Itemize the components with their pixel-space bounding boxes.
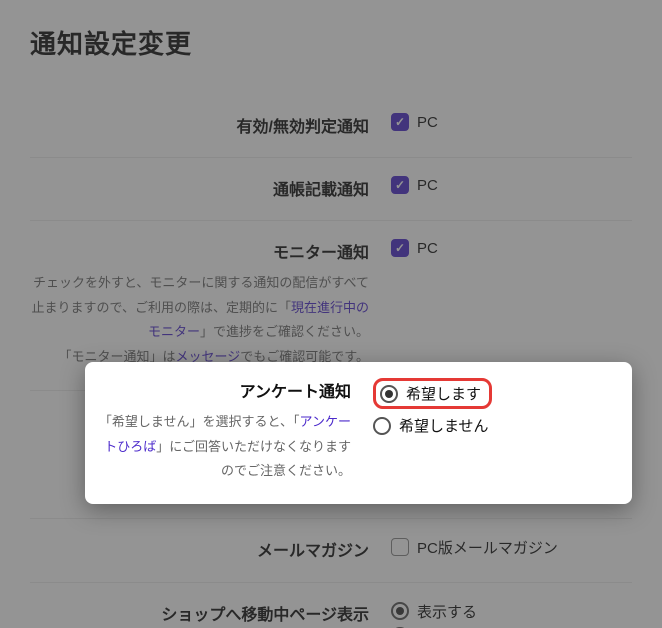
radio-label-survey-no: 希望しません: [399, 415, 489, 436]
row-title-mailmag: メールマガジン: [30, 537, 369, 561]
row-valid-invalid: 有効/無効判定通知 PC: [30, 89, 632, 157]
radio-survey-no[interactable]: [373, 417, 391, 435]
row-title-survey: アンケート通知: [97, 378, 351, 402]
row-title-redirect: ショップへ移動中ページ表示: [30, 601, 369, 625]
checkbox-label-passbook-pc: PC: [417, 177, 438, 194]
radio-label-survey-yes: 希望します: [406, 383, 481, 404]
checkbox-monitor-pc[interactable]: [391, 239, 409, 257]
checkbox-valid-pc[interactable]: [391, 113, 409, 131]
page-title: 通知設定変更: [30, 24, 632, 61]
row-title-monitor: モニター通知: [30, 239, 369, 263]
radio-label-redirect-show: 表示する: [417, 601, 477, 622]
row-mailmag: メールマガジン PC版メールマガジン: [30, 518, 632, 582]
row-survey-highlight: アンケート通知 「希望しません」を選択すると、「アンケートひろば」にご回答いただ…: [85, 362, 632, 504]
checkbox-label-monitor-pc: PC: [417, 240, 438, 257]
checkbox-label-mailmag-pc: PC版メールマガジン: [417, 537, 558, 558]
survey-desc: 「希望しません」を選択すると、「アンケートひろば」にご回答いただけなくなりますの…: [97, 410, 351, 484]
row-title-valid: 有効/無効判定通知: [30, 113, 369, 137]
monitor-desc: チェックを外すと、モニターに関する通知の配信がすべて止まりますので、ご利用の際は…: [30, 271, 369, 370]
checkbox-passbook-pc[interactable]: [391, 176, 409, 194]
checkbox-mailmag-pc[interactable]: [391, 538, 409, 556]
row-passbook: 通帳記載通知 PC: [30, 157, 632, 220]
callout-survey-yes: 希望します: [373, 378, 492, 409]
radio-survey-yes[interactable]: [380, 385, 398, 403]
row-redirect: ショップへ移動中ページ表示 表示する 表示しない: [30, 582, 632, 628]
radio-redirect-show[interactable]: [391, 602, 409, 620]
checkbox-label-valid-pc: PC: [417, 114, 438, 131]
row-title-passbook: 通帳記載通知: [30, 176, 369, 200]
